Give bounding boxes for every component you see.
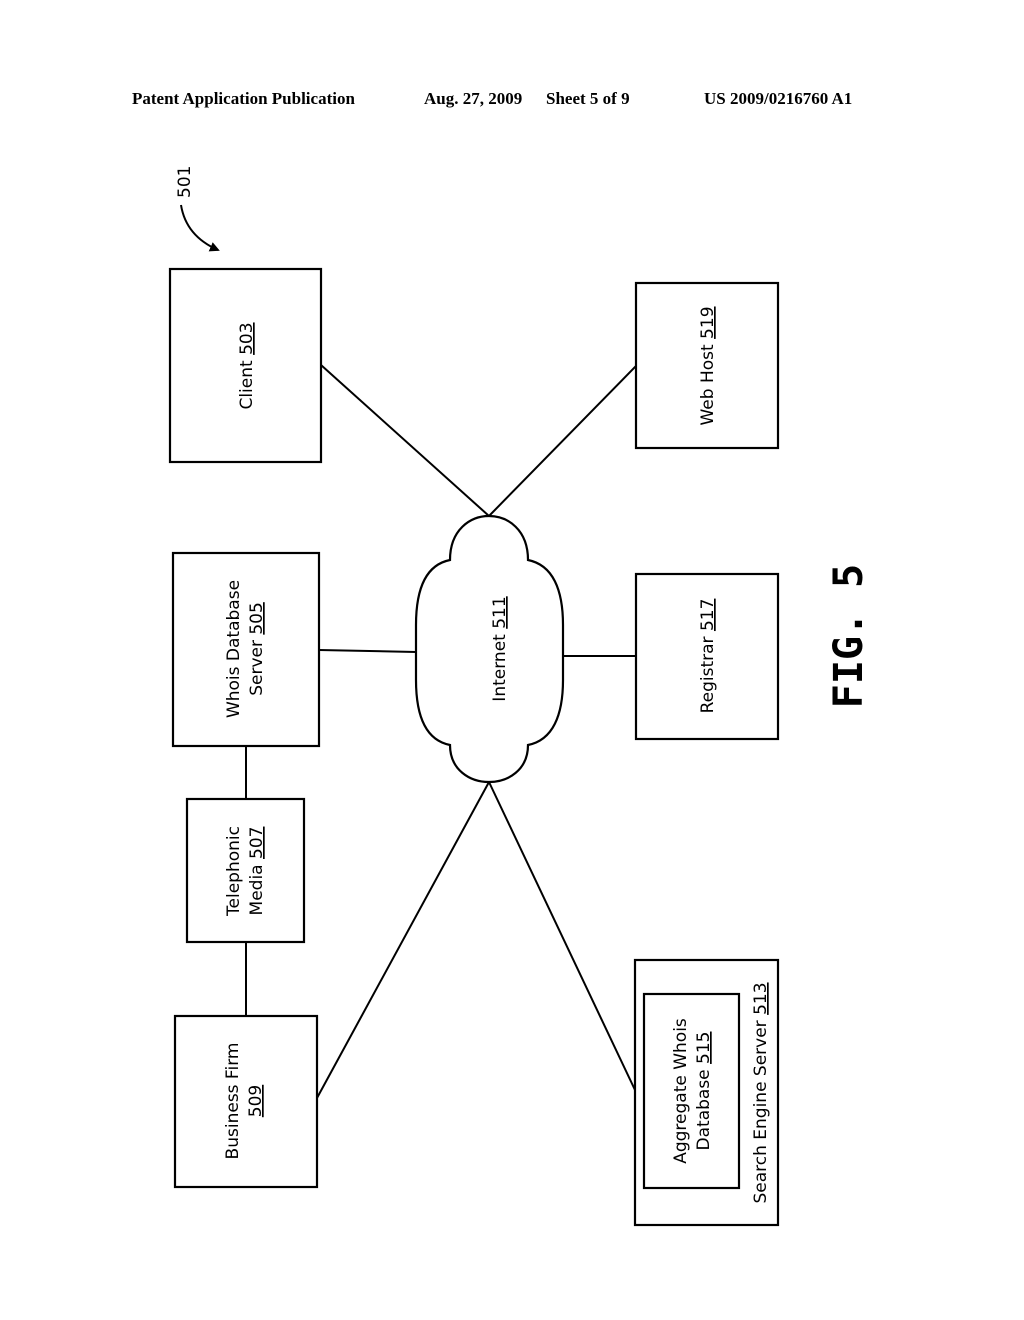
node-search-engine-server: Search Engine Server 513 Aggregate Whois…: [633, 958, 780, 1227]
node-internet-cloud: Internet 511: [414, 514, 565, 784]
business-ref: 509: [246, 1085, 266, 1117]
node-whois-server: Whois Database Server 505: [171, 551, 321, 748]
whois-line1: Whois Database: [224, 580, 244, 718]
node-business-firm: Business Firm 509: [173, 1014, 319, 1189]
link-search-internet: [488, 781, 636, 1091]
internet-name: Internet: [490, 634, 510, 702]
system-ref-label: 501: [175, 166, 195, 198]
internet-ref: 511: [490, 596, 510, 628]
svg-text:Internet 511: Internet 511: [490, 596, 510, 701]
link-client-internet: [320, 364, 490, 517]
aggregate-ref: 515: [694, 1032, 714, 1064]
webhost-name: Web Host: [698, 344, 718, 426]
node-registrar: Registrar 517: [634, 572, 780, 741]
telephonic-line2: Media: [247, 864, 267, 915]
client-name: Client: [237, 360, 257, 410]
node-telephonic-media: Telephonic Media 507: [185, 797, 306, 944]
node-web-host: Web Host 519: [634, 281, 780, 450]
whois-line2: Server: [247, 640, 267, 696]
svg-text:Media 507: Media 507: [247, 827, 267, 916]
telephonic-ref: 507: [247, 827, 267, 859]
business-line1: Business Firm: [223, 1043, 243, 1160]
node-client: Client 503: [168, 267, 323, 464]
webhost-ref: 519: [698, 306, 718, 338]
reference-arrow-icon: [180, 204, 220, 252]
svg-text:Web Host 519: Web Host 519: [698, 306, 718, 425]
client-ref: 503: [237, 322, 257, 354]
svg-text:Client 503: Client 503: [237, 322, 257, 409]
svg-text:Server 505: Server 505: [247, 602, 267, 696]
search-name: Search Engine Server: [751, 1020, 771, 1203]
telephonic-line1: Telephonic: [224, 826, 244, 917]
link-webhost-internet: [488, 365, 637, 517]
fig5-diagram: 501 Client 503 Whois Database Server 505…: [168, 166, 872, 1227]
link-whois-internet: [318, 649, 417, 653]
node-aggregate-whois-db: Aggregate Whois Database 515: [642, 992, 741, 1190]
search-ref: 513: [751, 982, 771, 1014]
svg-text:Registrar 517: Registrar 517: [698, 599, 718, 714]
svg-text:Search Engine Server: Search Engine Server 513: [751, 982, 771, 1203]
aggregate-line1: Aggregate Whois: [671, 1018, 691, 1164]
registrar-name: Registrar: [698, 636, 718, 713]
registrar-ref: 517: [698, 599, 718, 631]
svg-text:Database 515: Database 515: [694, 1032, 714, 1151]
figure-label: FIG. 5: [826, 564, 872, 709]
aggregate-line2: Database: [694, 1069, 714, 1150]
whois-ref: 505: [247, 602, 267, 634]
link-business-internet: [316, 781, 490, 1099]
